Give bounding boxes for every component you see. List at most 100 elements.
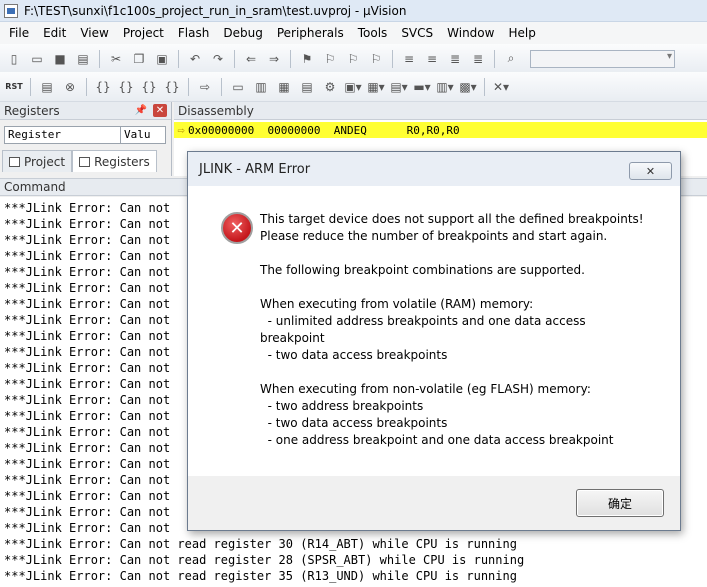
cut-icon[interactable]: ✂ (106, 49, 126, 69)
dialog-message-line: When executing from volatile (RAM) memor… (260, 297, 534, 311)
register-column[interactable]: Register (5, 127, 121, 143)
save-icon[interactable]: ■ (50, 49, 70, 69)
registers-window-icon[interactable]: ▤ (297, 77, 317, 97)
close-icon[interactable]: ✕ (153, 104, 167, 117)
ok-button[interactable]: 确定 (576, 489, 664, 517)
command-line: ***JLink Error: Can not (4, 249, 171, 263)
disassembly-window-icon[interactable]: ▥ (251, 77, 271, 97)
tab-registers-label: Registers (94, 154, 150, 169)
memory-window-icon[interactable]: ▦▾ (366, 77, 386, 97)
disassembly-title: Disassembly (178, 104, 254, 118)
find-combo[interactable] (530, 49, 675, 68)
step-over-icon[interactable]: {} (116, 77, 136, 97)
menu-tools[interactable]: Tools (351, 23, 395, 43)
trace-window-icon[interactable]: ▥▾ (435, 77, 455, 97)
bookmark-clear-icon[interactable]: ⚐ (366, 49, 386, 69)
menu-file[interactable]: File (2, 23, 36, 43)
new-file-icon[interactable]: ▯ (4, 49, 24, 69)
command-line: ***JLink Error: Can not (4, 409, 171, 423)
pin-icon[interactable]: 📌 (135, 105, 147, 116)
command-window-icon[interactable]: ▭ (228, 77, 248, 97)
panel-tabs: Project Registers (2, 150, 157, 172)
uncomment-icon[interactable]: ≣ (468, 49, 488, 69)
dialog-message-line: - two data access breakpoints (260, 348, 448, 362)
command-line: ***JLink Error: Can not (4, 345, 171, 359)
dialog-close-button[interactable]: ✕ (629, 162, 672, 180)
dialog-message-line: - two data access breakpoints (260, 416, 448, 430)
stop-icon[interactable]: ⊗ (60, 77, 80, 97)
dialog-title: JLINK - ARM Error (199, 161, 311, 177)
toolbar-separator (188, 77, 189, 96)
nav-forward-icon[interactable]: ⇒ (264, 49, 284, 69)
toolbar-separator (30, 77, 31, 96)
undo-icon[interactable]: ↶ (185, 49, 205, 69)
system-viewer-icon[interactable]: ▩▾ (458, 77, 478, 97)
bookmark-icon[interactable]: ⚑ (297, 49, 317, 69)
dialog-message-line: When executing from non-volatile (eg FLA… (260, 382, 591, 396)
symbols-window-icon[interactable]: ▦ (274, 77, 294, 97)
jlink-error-dialog: JLINK - ARM Error ✕ ✕ This target device… (187, 151, 681, 531)
menu-peripherals[interactable]: Peripherals (270, 23, 351, 43)
command-line: ***JLink Error: Can not (4, 361, 171, 375)
watch-window-icon[interactable]: ▣▾ (343, 77, 363, 97)
menu-project[interactable]: Project (116, 23, 171, 43)
tab-registers[interactable]: Registers (72, 150, 157, 172)
toolbar-separator (494, 49, 495, 68)
toolbar-separator (290, 49, 291, 68)
command-line: ***JLink Error: Can not read register 28… (4, 553, 525, 567)
step-out-icon[interactable]: {} (139, 77, 159, 97)
toolbar-separator (99, 49, 100, 68)
registers-panel-header: Registers 📌 ✕ (0, 102, 171, 120)
run-icon[interactable]: ▤ (37, 77, 57, 97)
find-in-files-icon[interactable]: ⌕ (501, 49, 521, 69)
command-line: ***JLink Error: Can not (4, 489, 171, 503)
command-line: ***JLink Error: Can not (4, 425, 171, 439)
value-column[interactable]: Valu (121, 127, 165, 143)
dialog-content: ✕ This target device does not support al… (188, 186, 680, 476)
file-toolbar: ▯ ▭ ■ ▤ ✂ ❐ ▣ ↶ ↷ ⇐ ⇒ ⚑ ⚐ ⚐ ⚐ ≡ ≡ ≣ ≣ ⌕ (0, 44, 707, 74)
menu-view[interactable]: View (73, 23, 115, 43)
menu-window[interactable]: Window (440, 23, 501, 43)
redo-icon[interactable]: ↷ (208, 49, 228, 69)
bookmark-next-icon[interactable]: ⚐ (343, 49, 363, 69)
indent-icon[interactable]: ≡ (399, 49, 419, 69)
nav-back-icon[interactable]: ⇐ (241, 49, 261, 69)
save-all-icon[interactable]: ▤ (73, 49, 93, 69)
comment-icon[interactable]: ≣ (445, 49, 465, 69)
bookmark-prev-icon[interactable]: ⚐ (320, 49, 340, 69)
command-line: ***JLink Error: Can not (4, 441, 171, 455)
dialog-message-line: - unlimited address breakpoints and one … (260, 314, 586, 328)
dialog-footer: 确定 (188, 476, 680, 530)
step-into-icon[interactable]: {} (93, 77, 113, 97)
menu-edit[interactable]: Edit (36, 23, 73, 43)
copy-icon[interactable]: ❐ (129, 49, 149, 69)
command-line: ***JLink Error: Can not (4, 457, 171, 471)
title-bar: F:\TEST\sunxi\f1c100s_project_run_in_sra… (0, 0, 707, 22)
serial-window-icon[interactable]: ▤▾ (389, 77, 409, 97)
command-line: ***JLink Error: Can not (4, 233, 171, 247)
paste-icon[interactable]: ▣ (152, 49, 172, 69)
tab-project[interactable]: Project (2, 150, 73, 172)
toolbar-separator (234, 49, 235, 68)
command-line: ***JLink Error: Can not read register 35… (4, 569, 517, 583)
debug-toolbar: RST ▤ ⊗ {} {} {} {} ⇨ ▭ ▥ ▦ ▤ ⚙ ▣▾ ▦▾ ▤▾… (0, 72, 707, 102)
menu-help[interactable]: Help (501, 23, 542, 43)
analysis-window-icon[interactable]: ▬▾ (412, 77, 432, 97)
instr-address: 0x00000000 (188, 123, 255, 137)
command-line: ***JLink Error: Can not (4, 473, 171, 487)
open-folder-icon[interactable]: ▭ (27, 49, 47, 69)
toolbar-separator (484, 77, 485, 96)
run-to-cursor-icon[interactable]: {} (162, 77, 182, 97)
menu-svcs[interactable]: SVCS (394, 23, 440, 43)
outdent-icon[interactable]: ≡ (422, 49, 442, 69)
menu-flash[interactable]: Flash (171, 23, 216, 43)
dialog-message-line: The following breakpoint combinations ar… (260, 263, 585, 277)
command-line: ***JLink Error: Can not (4, 521, 171, 535)
command-line: ***JLink Error: Can not (4, 265, 171, 279)
show-next-statement-icon[interactable]: ⇨ (195, 77, 215, 97)
menu-debug[interactable]: Debug (216, 23, 269, 43)
call-stack-icon[interactable]: ⚙ (320, 77, 340, 97)
current-instruction-line[interactable]: ⇨ 0x00000000 00000000 ANDEQ R0,R0,R0 (174, 122, 707, 138)
reset-button[interactable]: RST (4, 77, 24, 97)
toolbox-icon[interactable]: ✕▾ (491, 77, 511, 97)
